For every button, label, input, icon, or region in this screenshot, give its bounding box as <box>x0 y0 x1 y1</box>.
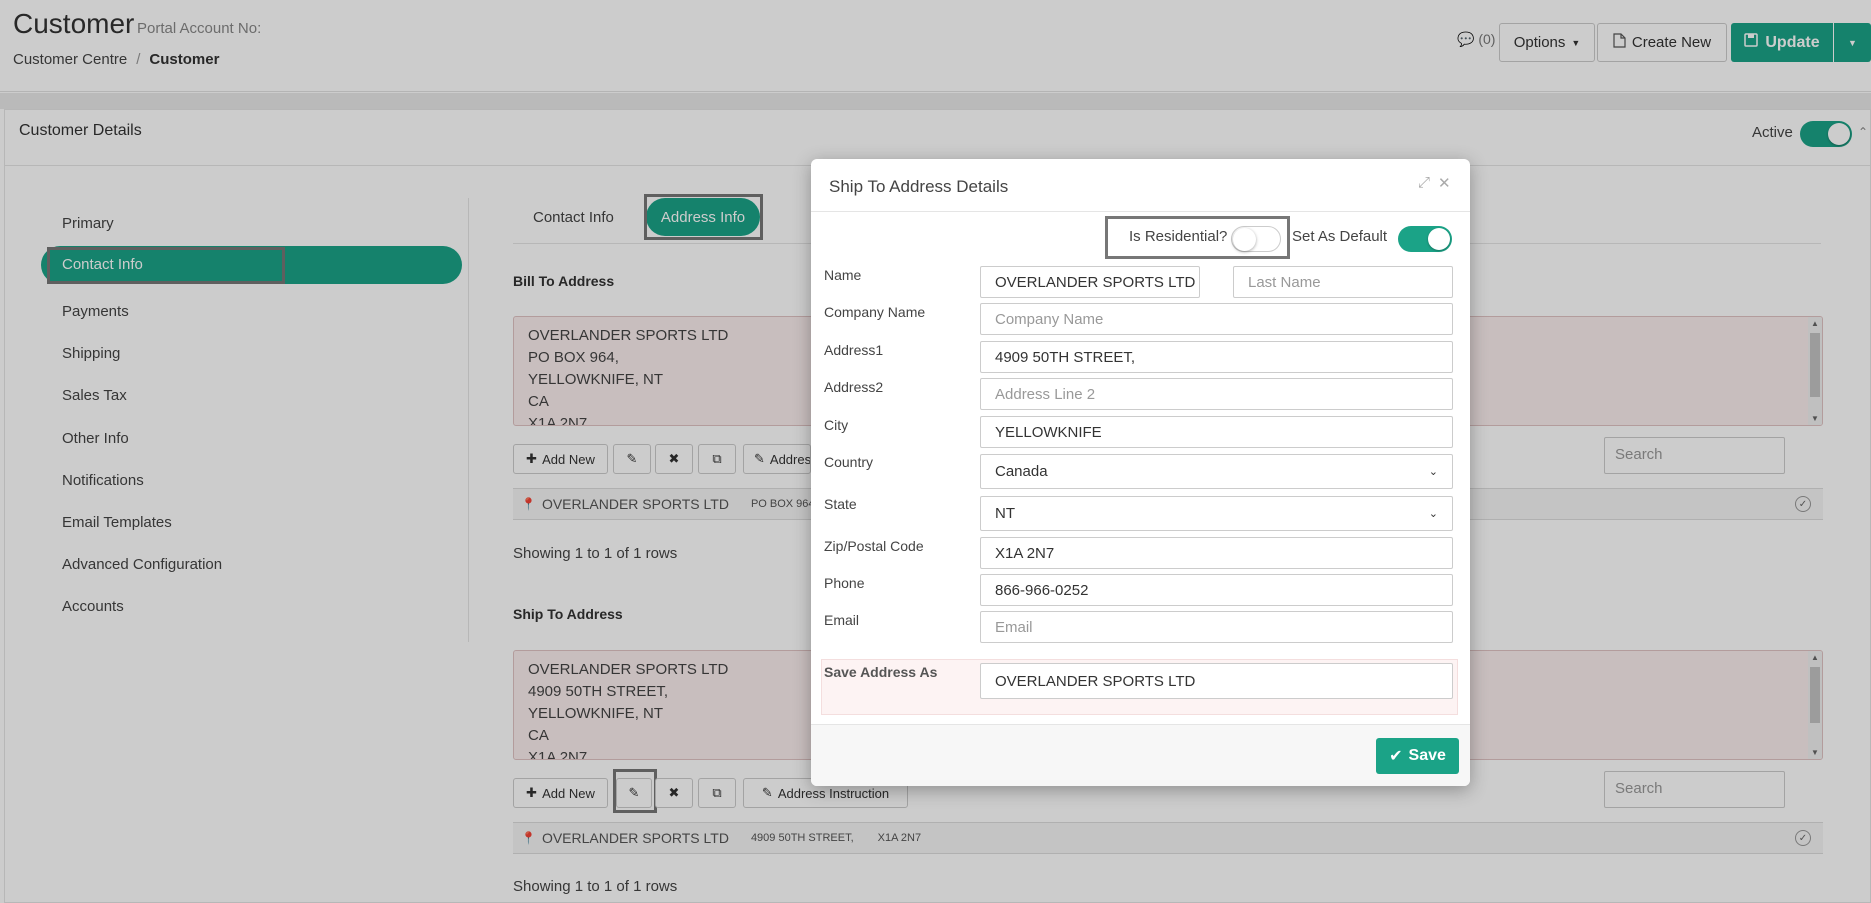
company-name-input[interactable]: Company Name <box>980 303 1453 335</box>
expand-icon[interactable]: ⤢ <box>1418 174 1430 192</box>
check-icon: ✔ <box>1389 748 1403 765</box>
state-label: State <box>824 496 857 512</box>
modal-header-divider <box>811 211 1470 212</box>
is-residential-toggle[interactable] <box>1231 226 1281 252</box>
save-label: Save <box>1408 747 1446 764</box>
last-name-input[interactable]: Last Name <box>1233 266 1453 298</box>
set-as-default-label: Set As Default <box>1292 228 1388 245</box>
country-select[interactable]: Canada ⌄ <box>980 454 1453 489</box>
zip-input[interactable]: X1A 2N7 <box>980 537 1453 569</box>
state-select[interactable]: NT ⌄ <box>980 496 1453 531</box>
address1-label: Address1 <box>824 342 884 358</box>
company-name-label: Company Name <box>824 304 926 320</box>
name-label: Name <box>824 267 862 283</box>
modal-controls: ⤢ ✕ <box>1418 174 1451 192</box>
address2-label: Address2 <box>824 379 884 395</box>
is-residential-label: Is Residential? <box>1129 228 1228 245</box>
country-label: Country <box>824 454 874 470</box>
city-label: City <box>824 417 849 433</box>
address1-input[interactable]: 4909 50TH STREET, <box>980 341 1453 373</box>
first-name-input[interactable]: OVERLANDER SPORTS LTD <box>980 266 1200 298</box>
address2-input[interactable]: Address Line 2 <box>980 378 1453 410</box>
city-input[interactable]: YELLOWKNIFE <box>980 416 1453 448</box>
save-address-as-label: Save Address As <box>824 664 938 680</box>
chevron-down-icon: ⌄ <box>1428 466 1438 478</box>
email-input[interactable]: Email <box>980 611 1453 643</box>
set-as-default-toggle[interactable] <box>1398 226 1452 252</box>
phone-input[interactable]: 866-966-0252 <box>980 574 1453 606</box>
country-value: Canada <box>995 463 1048 480</box>
email-label: Email <box>824 612 860 628</box>
close-icon[interactable]: ✕ <box>1438 174 1451 192</box>
modal-title: Ship To Address Details <box>829 177 1009 196</box>
save-button[interactable]: ✔ Save <box>1376 738 1459 774</box>
zip-label: Zip/Postal Code <box>824 538 924 554</box>
modal-footer <box>811 725 1470 786</box>
state-value: NT <box>995 505 1015 522</box>
save-address-as-input[interactable]: OVERLANDER SPORTS LTD <box>980 663 1453 699</box>
chevron-down-icon: ⌄ <box>1428 508 1438 520</box>
phone-label: Phone <box>824 575 865 591</box>
